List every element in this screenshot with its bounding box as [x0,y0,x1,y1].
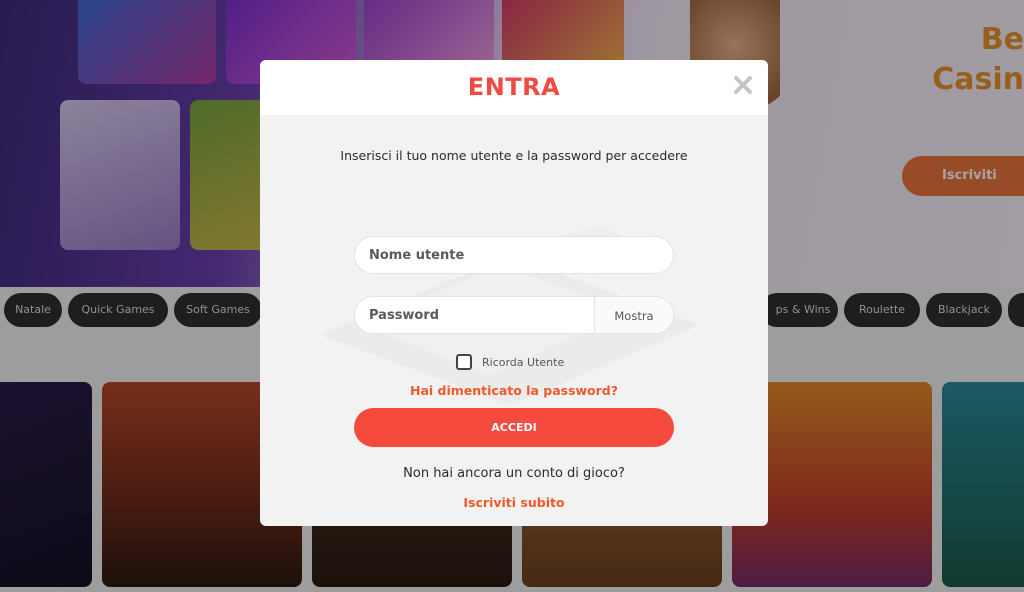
modal-body: Inserisci il tuo nome utente e la passwo… [260,115,768,526]
close-icon[interactable] [732,74,754,96]
remember-user[interactable]: Ricorda Utente [456,353,564,371]
no-account-text: Non hai ancora un conto di gioco? [403,466,625,481]
username-input[interactable] [355,237,673,273]
modal-title: ENTRA [467,73,561,101]
signup-link[interactable]: Iscriviti subito [260,495,768,510]
modal-header: ENTRA [260,60,768,115]
password-field[interactable]: Mostra [354,296,674,334]
login-modal: ENTRA Inserisci il tuo nome utente e la … [260,60,768,526]
remember-label: Ricorda Utente [482,355,565,369]
remember-checkbox[interactable] [456,354,472,370]
forgot-password-link[interactable]: Hai dimenticato la password? [260,383,768,398]
password-input[interactable] [355,297,595,333]
show-password-button[interactable]: Mostra [594,297,673,333]
intro-text: Inserisci il tuo nome utente e la passwo… [340,148,688,163]
username-field[interactable] [354,236,674,274]
login-button[interactable]: ACCEDI [354,408,674,447]
